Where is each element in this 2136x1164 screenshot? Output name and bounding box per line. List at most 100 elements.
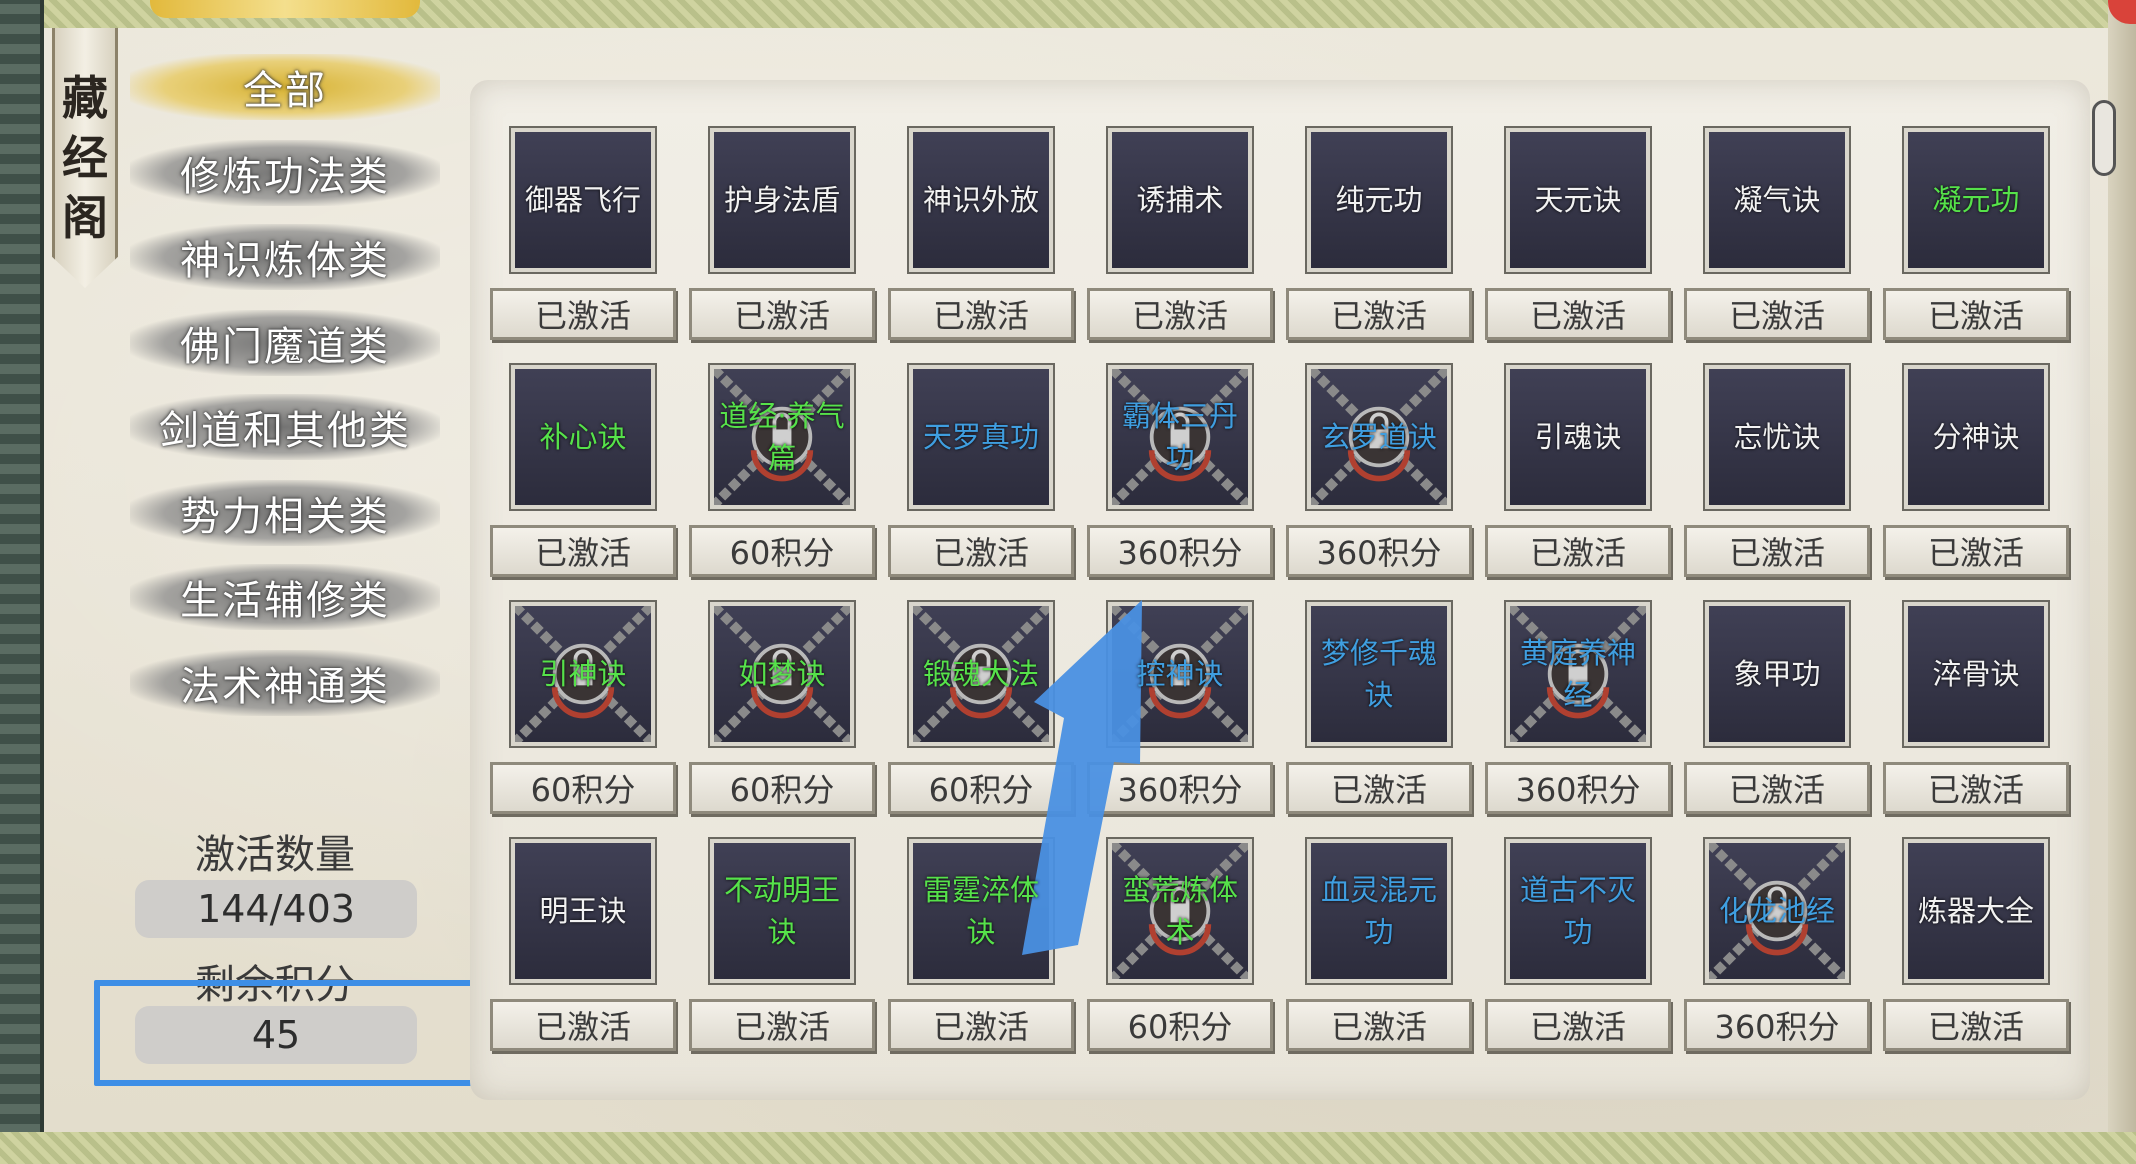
skill-name: 控神诀 — [1136, 657, 1224, 691]
skill-card[interactable]: 如梦诀 60积分 — [689, 600, 879, 834]
skill-icon-tile[interactable]: 控神诀 — [1106, 600, 1254, 748]
skill-icon-tile[interactable]: 道经·养气篇 — [708, 363, 856, 511]
category-tab-5[interactable]: 剑道和其他类 — [130, 394, 440, 460]
skill-icon-tile[interactable]: 锻魂大法 — [907, 600, 1055, 748]
category-tab-8[interactable]: 法术神通类 — [130, 650, 440, 716]
skill-icon-tile[interactable]: 补心诀 — [509, 363, 657, 511]
skill-cost-button[interactable]: 60积分 — [888, 762, 1074, 814]
skill-status-label: 已激活 — [1883, 999, 2069, 1051]
title-char-2: 经 — [62, 131, 108, 185]
skill-icon-tile[interactable]: 御器飞行 — [509, 126, 657, 274]
skill-card[interactable]: 霸体三丹功 360积分 — [1087, 363, 1277, 597]
category-tab-6[interactable]: 势力相关类 — [130, 480, 440, 546]
skill-card[interactable]: 天罗真功 已激活 — [888, 363, 1078, 597]
skill-card[interactable]: 黄庭养神经 360积分 — [1485, 600, 1675, 834]
skill-icon-tile[interactable]: 护身法盾 — [708, 126, 856, 274]
skill-card[interactable]: 炼器大全 已激活 — [1883, 837, 2073, 1071]
skill-icon-tile[interactable]: 淬骨诀 — [1902, 600, 2050, 748]
skill-icon-tile[interactable]: 天元诀 — [1504, 126, 1652, 274]
grid-scrollbar[interactable] — [2092, 100, 2116, 176]
skill-card[interactable]: 化龙池经 360积分 — [1684, 837, 1874, 1071]
skill-icon-tile[interactable]: 纯元功 — [1305, 126, 1453, 274]
skill-card[interactable]: 引魂诀 已激活 — [1485, 363, 1675, 597]
skill-icon-tile[interactable]: 不动明王诀 — [708, 837, 856, 985]
skill-card[interactable]: 淬骨诀 已激活 — [1883, 600, 2073, 834]
skill-card[interactable]: 锻魂大法 60积分 — [888, 600, 1078, 834]
skill-icon-tile[interactable]: 道古不灭功 — [1504, 837, 1652, 985]
skill-card[interactable]: 分神诀 已激活 — [1883, 363, 2073, 597]
skill-icon-tile[interactable]: 明王诀 — [509, 837, 657, 985]
skill-icon-tile[interactable]: 蛮荒炼体术 — [1106, 837, 1254, 985]
skill-status-label: 已激活 — [689, 288, 875, 340]
skill-status-label: 已激活 — [888, 999, 1074, 1051]
category-tab-3[interactable]: 神识炼体类 — [130, 224, 440, 290]
skill-icon-tile[interactable]: 凝气诀 — [1703, 126, 1851, 274]
skill-card[interactable]: 纯元功 已激活 — [1286, 126, 1476, 360]
skill-cost-button[interactable]: 60积分 — [1087, 999, 1273, 1051]
skill-card[interactable]: 神识外放 已激活 — [888, 126, 1078, 360]
skill-card[interactable]: 控神诀 360积分 — [1087, 600, 1277, 834]
skill-card[interactable]: 补心诀 已激活 — [490, 363, 680, 597]
skill-name: 象甲功 — [1733, 657, 1821, 691]
skill-status-label: 已激活 — [1485, 999, 1671, 1051]
skill-icon-tile[interactable]: 黄庭养神经 — [1504, 600, 1652, 748]
skill-icon-tile[interactable]: 玄罗道诀 — [1305, 363, 1453, 511]
skill-icon-tile[interactable]: 分神诀 — [1902, 363, 2050, 511]
skill-cost-button[interactable]: 360积分 — [1087, 762, 1273, 814]
points-highlight-box — [94, 980, 510, 1086]
skill-card[interactable]: 雷霆淬体诀 已激活 — [888, 837, 1078, 1071]
skill-card[interactable]: 天元诀 已激活 — [1485, 126, 1675, 360]
skill-card[interactable]: 道经·养气篇 60积分 — [689, 363, 879, 597]
category-tab-2[interactable]: 修炼功法类 — [130, 140, 440, 206]
skill-icon-tile[interactable]: 血灵混元功 — [1305, 837, 1453, 985]
skill-icon-tile[interactable]: 梦修千魂诀 — [1305, 600, 1453, 748]
skill-cost-button[interactable]: 60积分 — [689, 762, 875, 814]
skill-status-label: 已激活 — [490, 525, 676, 577]
skill-card[interactable]: 诱捕术 已激活 — [1087, 126, 1277, 360]
skill-name: 不动明王诀 — [723, 873, 840, 949]
skill-cost-button[interactable]: 60积分 — [689, 525, 875, 577]
skill-status-label: 已激活 — [490, 999, 676, 1051]
skill-icon-tile[interactable]: 化龙池经 — [1703, 837, 1851, 985]
skill-card[interactable]: 象甲功 已激活 — [1684, 600, 1874, 834]
skill-icon-tile[interactable]: 雷霆淬体诀 — [907, 837, 1055, 985]
skill-name: 雷霆淬体诀 — [922, 873, 1039, 949]
skill-name: 梦修千魂诀 — [1320, 636, 1437, 712]
skill-cost-button[interactable]: 360积分 — [1485, 762, 1671, 814]
skill-icon-tile[interactable]: 如梦诀 — [708, 600, 856, 748]
skill-icon-tile[interactable]: 神识外放 — [907, 126, 1055, 274]
skill-icon-tile[interactable]: 诱捕术 — [1106, 126, 1254, 274]
skill-card[interactable]: 引神诀 60积分 — [490, 600, 680, 834]
skill-icon-tile[interactable]: 天罗真功 — [907, 363, 1055, 511]
skill-icon-tile[interactable]: 引神诀 — [509, 600, 657, 748]
skill-card[interactable]: 御器飞行 已激活 — [490, 126, 680, 360]
skill-name: 明王诀 — [539, 894, 627, 928]
skill-icon-tile[interactable]: 忘忧诀 — [1703, 363, 1851, 511]
skill-status-label: 已激活 — [1286, 762, 1472, 814]
skill-icon-tile[interactable]: 凝元功 — [1902, 126, 2050, 274]
category-tab-7[interactable]: 生活辅修类 — [130, 564, 440, 630]
skill-card[interactable]: 玄罗道诀 360积分 — [1286, 363, 1476, 597]
skill-icon-tile[interactable]: 炼器大全 — [1902, 837, 2050, 985]
skill-card[interactable]: 护身法盾 已激活 — [689, 126, 879, 360]
skill-cost-button[interactable]: 360积分 — [1286, 525, 1472, 577]
skill-card[interactable]: 蛮荒炼体术 60积分 — [1087, 837, 1277, 1071]
skill-icon-tile[interactable]: 象甲功 — [1703, 600, 1851, 748]
skill-card[interactable]: 道古不灭功 已激活 — [1485, 837, 1675, 1071]
skill-card[interactable]: 凝元功 已激活 — [1883, 126, 2073, 360]
skill-card[interactable]: 血灵混元功 已激活 — [1286, 837, 1476, 1071]
category-tab-4[interactable]: 佛门魔道类 — [130, 310, 440, 376]
skill-card[interactable]: 梦修千魂诀 已激活 — [1286, 600, 1476, 834]
skill-name: 炼器大全 — [1917, 894, 2034, 928]
category-tab-1[interactable]: 全部 — [130, 54, 440, 120]
skill-cost-button[interactable]: 60积分 — [490, 762, 676, 814]
skill-name: 霸体三丹功 — [1121, 399, 1238, 475]
skill-cost-button[interactable]: 360积分 — [1684, 999, 1870, 1051]
skill-icon-tile[interactable]: 霸体三丹功 — [1106, 363, 1254, 511]
skill-card[interactable]: 忘忧诀 已激活 — [1684, 363, 1874, 597]
skill-cost-button[interactable]: 360积分 — [1087, 525, 1273, 577]
skill-card[interactable]: 不动明王诀 已激活 — [689, 837, 879, 1071]
skill-icon-tile[interactable]: 引魂诀 — [1504, 363, 1652, 511]
skill-card[interactable]: 明王诀 已激活 — [490, 837, 680, 1071]
skill-card[interactable]: 凝气诀 已激活 — [1684, 126, 1874, 360]
